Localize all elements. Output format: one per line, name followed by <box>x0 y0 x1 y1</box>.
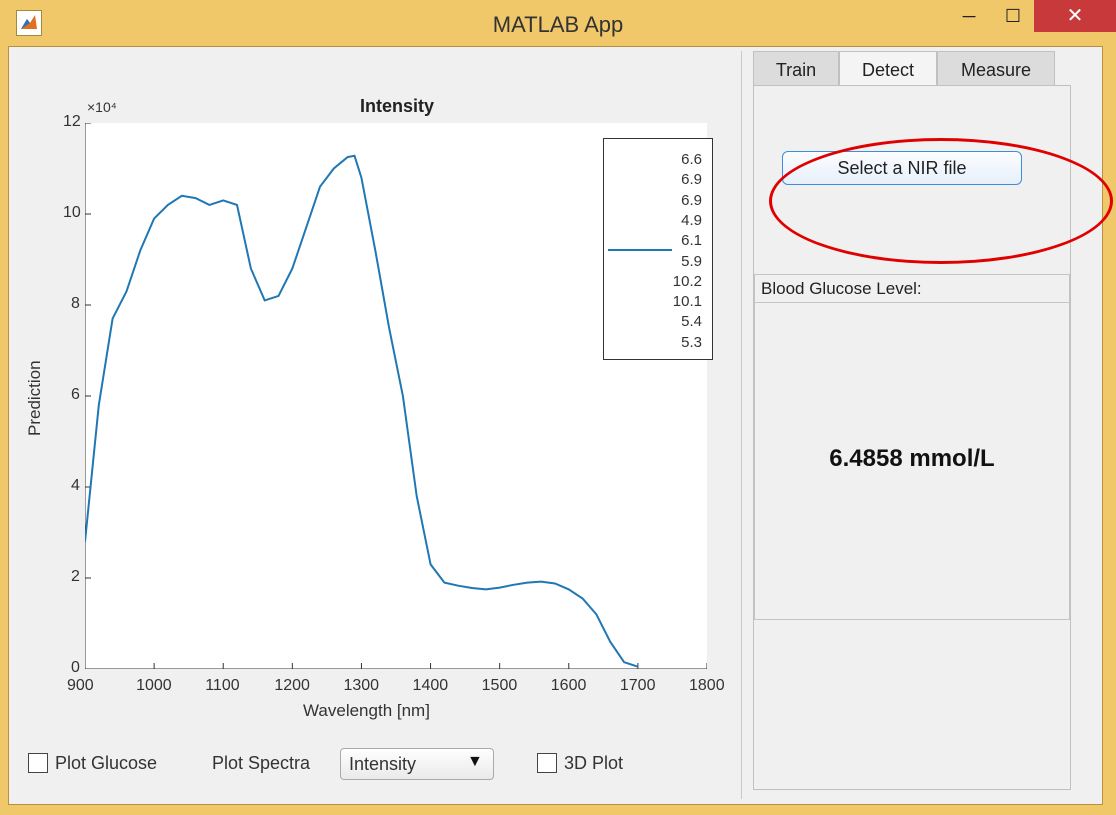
y-tick-label: 8 <box>71 295 80 312</box>
legend-entry: 10.2 <box>672 272 702 290</box>
app-window: MATLAB App ─ ☐ ✕ ×10⁴ Intensity 900 1000 1… <box>0 0 1116 815</box>
legend-entry: 6.9 <box>681 191 702 209</box>
x-tick-label: 1500 <box>481 677 518 694</box>
minimize-button[interactable]: ─ <box>946 0 992 32</box>
maximize-button[interactable]: ☐ <box>990 0 1036 32</box>
y-tick-label: 10 <box>63 204 81 221</box>
3d-plot-checkbox[interactable] <box>537 753 557 773</box>
x-tick-label: 900 <box>67 677 94 694</box>
dropdown-arrow-icon: ▼ <box>467 753 483 770</box>
legend-entry: 6.6 <box>681 151 702 168</box>
tab-measure[interactable]: Measure <box>937 51 1055 87</box>
x-tick-label: 1200 <box>274 677 310 694</box>
plot-glucose-checkbox[interactable] <box>28 753 48 773</box>
blood-glucose-panel-title: Blood Glucose Level: <box>755 275 1069 303</box>
x-tick-label: 1000 <box>136 677 172 694</box>
plot-panel: ×10⁴ Intensity 900 1000 1100 1200 1300 1400 15… <box>13 51 742 799</box>
x-tick-label: 1600 <box>550 677 587 694</box>
3d-plot-label: 3D Plot <box>564 753 624 773</box>
y-tick-label: 12 <box>63 113 81 130</box>
y-tick-label: 2 <box>71 568 80 585</box>
x-tick-label: 1800 <box>689 677 725 694</box>
legend-entry: 6.9 <box>681 171 702 189</box>
x-tick-label: 1300 <box>343 677 380 694</box>
legend-entry: 4.9 <box>681 211 702 229</box>
detect-tab-body: Select a NIR file Blood Glucose Level: 6… <box>753 85 1113 790</box>
blood-glucose-value: 6.4858 mmol/L <box>829 445 995 472</box>
y-tick-label: 4 <box>71 477 80 494</box>
title-bar: MATLAB App ─ ☐ ✕ <box>0 0 1116 46</box>
plot-spectra-dropdown[interactable]: Intensity ▼ <box>340 748 494 780</box>
plot-title: Intensity <box>359 96 434 116</box>
legend-line <box>608 249 672 251</box>
y-tick-label: 0 <box>71 659 80 676</box>
y-axis-label: Prediction <box>25 360 44 436</box>
x-tick-label: 1700 <box>619 677 656 694</box>
select-nir-file-button[interactable]: Select a NIR file <box>782 151 1022 185</box>
dropdown-selected-value: Intensity <box>349 754 417 774</box>
tab-detect[interactable]: Detect <box>839 51 937 87</box>
legend-entry: 10.1 <box>672 293 702 311</box>
legend-entry: 5.3 <box>681 333 702 351</box>
legend-entry: 5.9 <box>681 252 702 270</box>
x-axis-label: Wavelength [nm] <box>303 701 430 720</box>
legend-entry: 6.1 <box>681 232 702 250</box>
app-client-area: ×10⁴ Intensity 900 1000 1100 1200 1300 1400 15… <box>8 46 1113 805</box>
tab-train[interactable]: Train <box>753 51 839 87</box>
legend-entry: 5.4 <box>681 313 702 331</box>
plot-glucose-label: Plot Glucose <box>55 753 158 773</box>
x-tick-label: 1100 <box>205 677 240 694</box>
series-line <box>84 154 639 668</box>
right-panel: Train Detect Measure Select a NIR file B… <box>753 47 1113 790</box>
close-button[interactable]: ✕ <box>1034 0 1116 32</box>
tab-bar: Train Detect Measure <box>753 51 1073 87</box>
blood-glucose-panel: Blood Glucose Level: 6.4858 mmol/L <box>754 274 1070 620</box>
x-tick-label: 1400 <box>412 677 449 694</box>
y-exponent-label: ×10⁴ <box>87 99 117 115</box>
y-tick-label: 6 <box>71 386 80 403</box>
plot-spectra-label: Plot Spectra <box>212 753 311 773</box>
plot-legend: 6.6 6.9 6.9 4.9 6.1 5.9 10.2 10.1 5.4 5.3 <box>603 138 713 360</box>
